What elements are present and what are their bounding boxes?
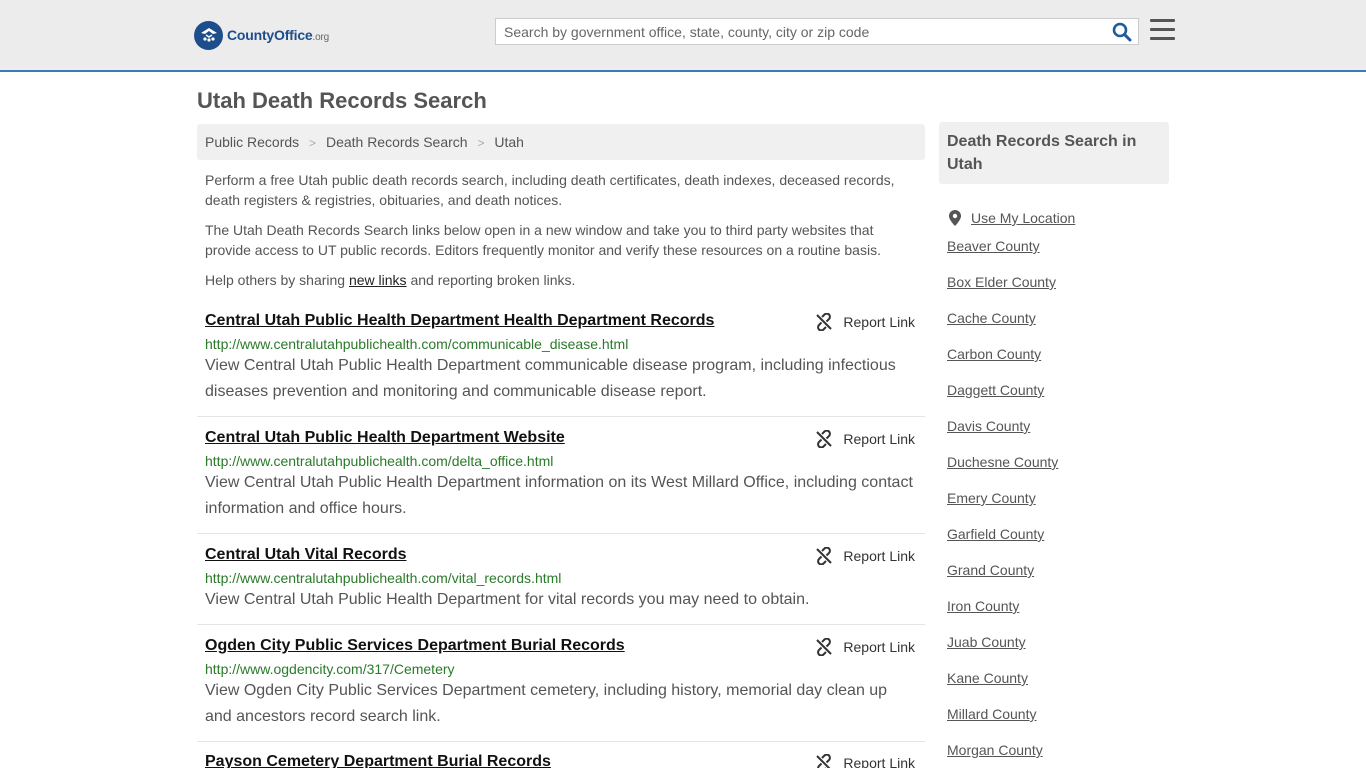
broken-link-icon [816,313,833,331]
logo-tld: .org [312,32,330,43]
logo-brand: CountyOffice [227,27,313,43]
use-my-location-link[interactable]: Use My Location [971,208,1075,228]
breadcrumb-death-records-search[interactable]: Death Records Search [326,134,468,150]
sidebar-item-emery-county: Emery County [947,488,1169,524]
result-title-link[interactable]: Ogden City Public Services Department Bu… [205,636,917,656]
result-item: Ogden City Public Services Department Bu… [197,636,925,742]
report-link-button[interactable]: Report Link [815,754,915,768]
broken-link-icon [816,547,833,565]
sidebar-item-beaver-county: Beaver County [947,236,1169,272]
report-link-button[interactable]: Report Link [815,547,915,565]
county-link[interactable]: Juab County [947,634,1026,650]
use-my-location-item: Use My Location [947,200,1169,236]
county-link[interactable]: Box Elder County [947,274,1056,290]
result-item: Central Utah Public Health Department He… [197,311,925,417]
report-link-label: Report Link [843,314,915,330]
logo-text: CountyOffice.org [227,27,329,43]
search-input[interactable] [496,19,1104,44]
intro-paragraph-1: Perform a free Utah public death records… [205,172,895,208]
sidebar-heading: Death Records Search in Utah [939,122,1169,184]
result-url: http://www.centralutahpublichealth.com/c… [205,336,629,352]
report-link-label: Report Link [843,548,915,564]
intro-share-text: Help others by sharing [205,272,349,288]
sidebar-item-cache-county: Cache County [947,308,1169,344]
breadcrumb-public-records[interactable]: Public Records [205,134,299,150]
broken-link-icon [816,638,833,656]
sidebar-item-davis-county: Davis County [947,416,1169,452]
result-title-link[interactable]: Payson Cemetery Department Burial Record… [205,752,917,768]
sidebar-item-morgan-county: Morgan County [947,740,1169,776]
sidebar-item-duchesne-county: Duchesne County [947,452,1169,488]
county-link[interactable]: Carbon County [947,346,1041,362]
result-description: View Central Utah Public Health Departme… [205,357,896,400]
sidebar-item-daggett-county: Daggett County [947,380,1169,416]
report-link-label: Report Link [843,755,915,768]
intro-paragraph-3: Help others by sharing new links and rep… [205,270,917,290]
hamburger-menu-icon[interactable] [1150,19,1175,41]
county-link[interactable]: Morgan County [947,742,1043,758]
county-link[interactable]: Beaver County [947,238,1040,254]
breadcrumb: Public Records > Death Records Search > … [197,124,925,160]
broken-link-icon [816,754,832,768]
result-description: View Central Utah Public Health Departme… [205,474,913,517]
county-link[interactable]: Duchesne County [947,454,1058,470]
county-link[interactable]: Millard County [947,706,1036,722]
breadcrumb-separator: > [477,136,485,150]
map-pin-icon [949,210,961,226]
county-link[interactable]: Davis County [947,418,1030,434]
report-link-button[interactable]: Report Link [815,313,915,331]
county-link[interactable]: Emery County [947,490,1036,506]
site-logo[interactable]: CountyOffice.org [194,20,329,50]
search-box [495,18,1139,45]
result-title-link[interactable]: Central Utah Public Health Department We… [205,428,917,448]
sidebar-county-list: Use My Location Beaver County Box Elder … [947,200,1169,776]
new-links-link[interactable]: new links [349,272,407,288]
report-link-label: Report Link [843,639,915,655]
result-title-link[interactable]: Central Utah Vital Records [205,545,917,565]
intro-report-text: and reporting broken links. [406,272,576,288]
county-link[interactable]: Daggett County [947,382,1044,398]
sidebar-item-grand-county: Grand County [947,560,1169,596]
county-link[interactable]: Cache County [947,310,1036,326]
sidebar-item-juab-county: Juab County [947,632,1169,668]
county-link[interactable]: Iron County [947,598,1019,614]
report-link-button[interactable]: Report Link [815,638,915,656]
result-url: http://www.centralutahpublichealth.com/d… [205,453,554,469]
result-item: Payson Cemetery Department Burial Record… [197,752,925,768]
logo-seal-icon [194,20,223,50]
county-link[interactable]: Kane County [947,670,1028,686]
broken-link-icon [816,430,833,448]
result-description: View Ogden City Public Services Departme… [205,682,888,725]
sidebar-item-box-elder-county: Box Elder County [947,272,1169,308]
county-link[interactable]: Garfield County [947,526,1044,542]
site-header: CountyOffice.org [0,0,1366,72]
intro-paragraph-2: The Utah Death Records Search links belo… [205,222,881,258]
sidebar-item-kane-county: Kane County [947,668,1169,704]
result-title-link[interactable]: Central Utah Public Health Department He… [205,311,917,331]
sidebar-item-iron-county: Iron County [947,596,1169,632]
result-url: http://www.ogdencity.com/317/Cemetery [205,661,455,677]
breadcrumb-utah[interactable]: Utah [494,134,524,150]
result-description: View Central Utah Public Health Departme… [205,591,810,608]
result-url: http://www.centralutahpublichealth.com/v… [205,570,562,586]
sidebar-item-carbon-county: Carbon County [947,344,1169,380]
sidebar-item-millard-county: Millard County [947,704,1169,740]
county-link[interactable]: Grand County [947,562,1034,578]
search-icon[interactable] [1112,22,1132,42]
page-title: Utah Death Records Search [197,88,487,113]
result-item: Central Utah Public Health Department We… [197,428,925,534]
sidebar-item-garfield-county: Garfield County [947,524,1169,560]
report-link-label: Report Link [843,431,915,447]
breadcrumb-separator: > [309,136,317,150]
report-link-button[interactable]: Report Link [815,430,915,448]
result-item: Central Utah Vital Records Report Link h… [197,545,925,625]
